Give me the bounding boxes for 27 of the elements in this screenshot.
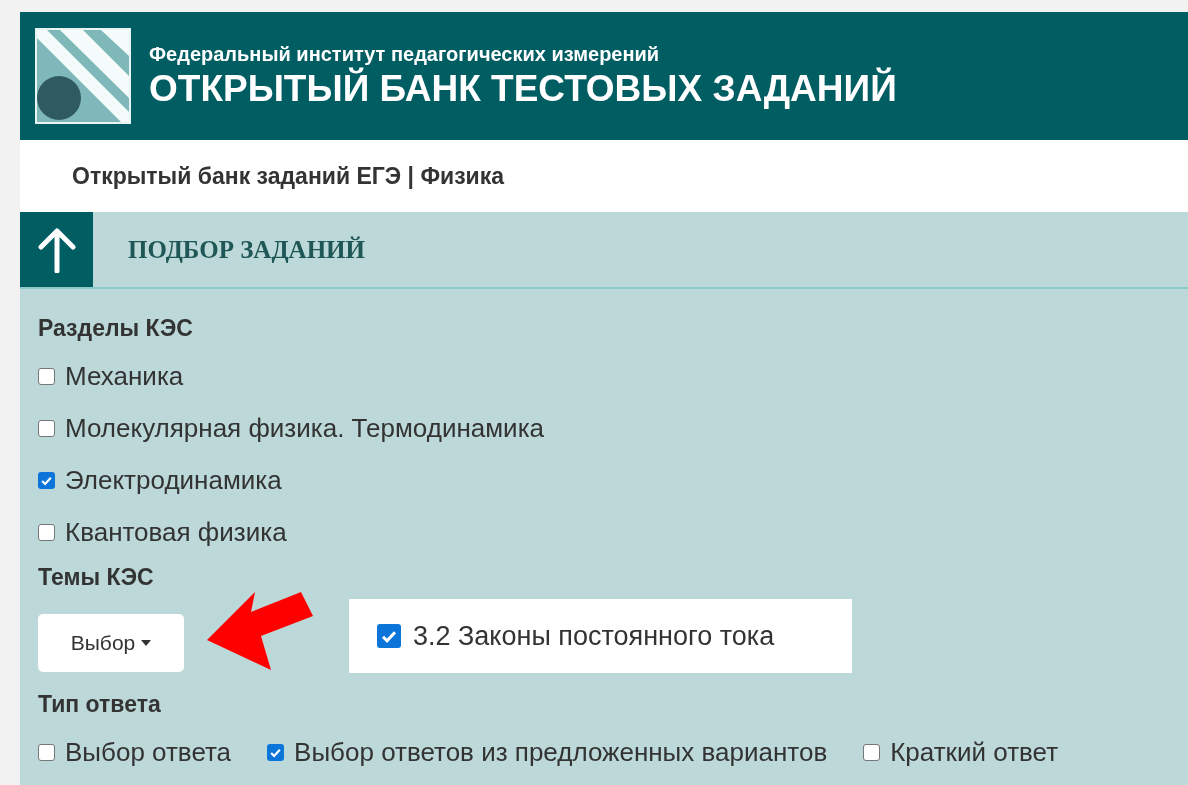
checkbox[interactable]	[267, 743, 285, 761]
checkbox[interactable]	[38, 523, 55, 541]
collapse-button[interactable]	[20, 212, 93, 287]
checkbox[interactable]	[38, 367, 55, 385]
checkbox-option[interactable]: Выбор ответа	[38, 726, 232, 778]
breadcrumb[interactable]: Открытый банк заданий ЕГЭ | Физика	[72, 162, 505, 190]
section-title: ПОДБОР ЗАДАНИЙ	[128, 235, 365, 264]
checkbox-option[interactable]: 3.2 Законы постоянного тока	[377, 620, 775, 652]
institute-name: Федеральный институт педагогических измерений	[149, 42, 661, 65]
checkbox[interactable]	[38, 743, 55, 761]
logo-icon	[35, 28, 131, 124]
dropdown-button[interactable]: Выбор	[38, 614, 184, 672]
up-arrow-icon	[36, 226, 77, 273]
caret-icon	[141, 640, 152, 646]
checkbox[interactable]	[38, 471, 55, 489]
checkbox-option[interactable]: Выбор ответов из предложенных вариантов	[267, 726, 828, 778]
checkbox-option[interactable]: Квантовая физика	[38, 506, 1188, 558]
checkbox-option[interactable]: Молекулярная физика. Термодинамика	[38, 402, 1188, 454]
checkbox[interactable]	[863, 743, 881, 761]
group-label: Разделы КЭС	[38, 315, 194, 342]
checkbox-option[interactable]: Механика	[38, 350, 1188, 402]
checkbox[interactable]	[377, 624, 401, 648]
group-label: Тип ответа	[38, 691, 162, 718]
checkbox[interactable]	[38, 419, 55, 437]
group-label: Темы КЭС	[38, 564, 155, 591]
checkbox-option[interactable]: Электродинамика	[38, 454, 1188, 506]
checkbox-option[interactable]: Краткий ответ	[863, 726, 1059, 778]
